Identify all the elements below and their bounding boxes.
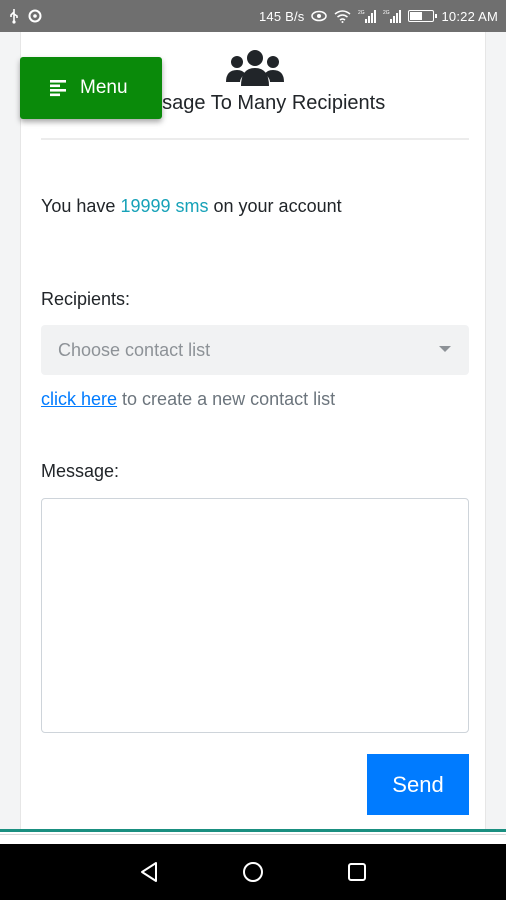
users-icon: [226, 48, 284, 88]
eye-icon: [311, 10, 328, 22]
network-speed: 145 B/s: [258, 8, 305, 24]
create-list-helper: click here to create a new contact list: [41, 389, 335, 410]
chevron-down-icon: [439, 346, 451, 352]
sms-balance: You have 19999 sms on your account: [41, 196, 342, 217]
message-textarea[interactable]: [41, 498, 469, 733]
home-icon[interactable]: [240, 859, 266, 885]
clock: 10:22 AM: [441, 8, 498, 24]
menu-button[interactable]: Menu: [20, 57, 162, 119]
form-card: essage To Many Recipients You have 19999…: [20, 32, 486, 829]
balance-suffix: on your account: [213, 196, 342, 216]
battery-level: [410, 12, 423, 20]
contact-list-select[interactable]: Choose contact list: [41, 325, 469, 375]
status-bar: 145 B/s 2G 2G 10:22 AM: [0, 0, 506, 32]
battery-icon: [408, 10, 438, 22]
send-button[interactable]: Send: [367, 754, 469, 815]
menu-lines-icon: [50, 79, 68, 97]
status-right-icons: 145 B/s 2G 2G 10:22 AM: [259, 9, 498, 24]
create-list-helper-text: to create a new contact list: [122, 389, 336, 409]
signal-network-type: 2G: [383, 10, 390, 16]
system-nav-bar: [0, 844, 506, 900]
wifi-icon: [334, 9, 351, 23]
title-divider: [41, 138, 469, 140]
message-label: Message:: [41, 461, 120, 481]
page-title: essage To Many Recipients: [141, 92, 386, 114]
signal-network-type: 2G: [358, 10, 365, 16]
page-background: essage To Many Recipients You have 19999…: [0, 32, 506, 829]
settings-sync-icon: [28, 9, 42, 23]
balance-count: 19999 sms: [120, 196, 209, 216]
recipients-label: Recipients:: [41, 289, 131, 309]
usb-icon: [8, 8, 20, 24]
signal-icon: 2G: [358, 9, 377, 23]
signal-icon: 2G: [383, 9, 402, 23]
back-icon[interactable]: [136, 859, 162, 885]
recents-icon[interactable]: [344, 859, 370, 885]
balance-prefix: You have: [41, 196, 116, 216]
contact-list-placeholder: Choose contact list: [58, 339, 211, 360]
footer-divider: [0, 829, 506, 835]
status-left-icons: [8, 8, 42, 24]
menu-button-label: Menu: [80, 77, 128, 98]
create-contact-list-link[interactable]: click here: [41, 389, 117, 409]
